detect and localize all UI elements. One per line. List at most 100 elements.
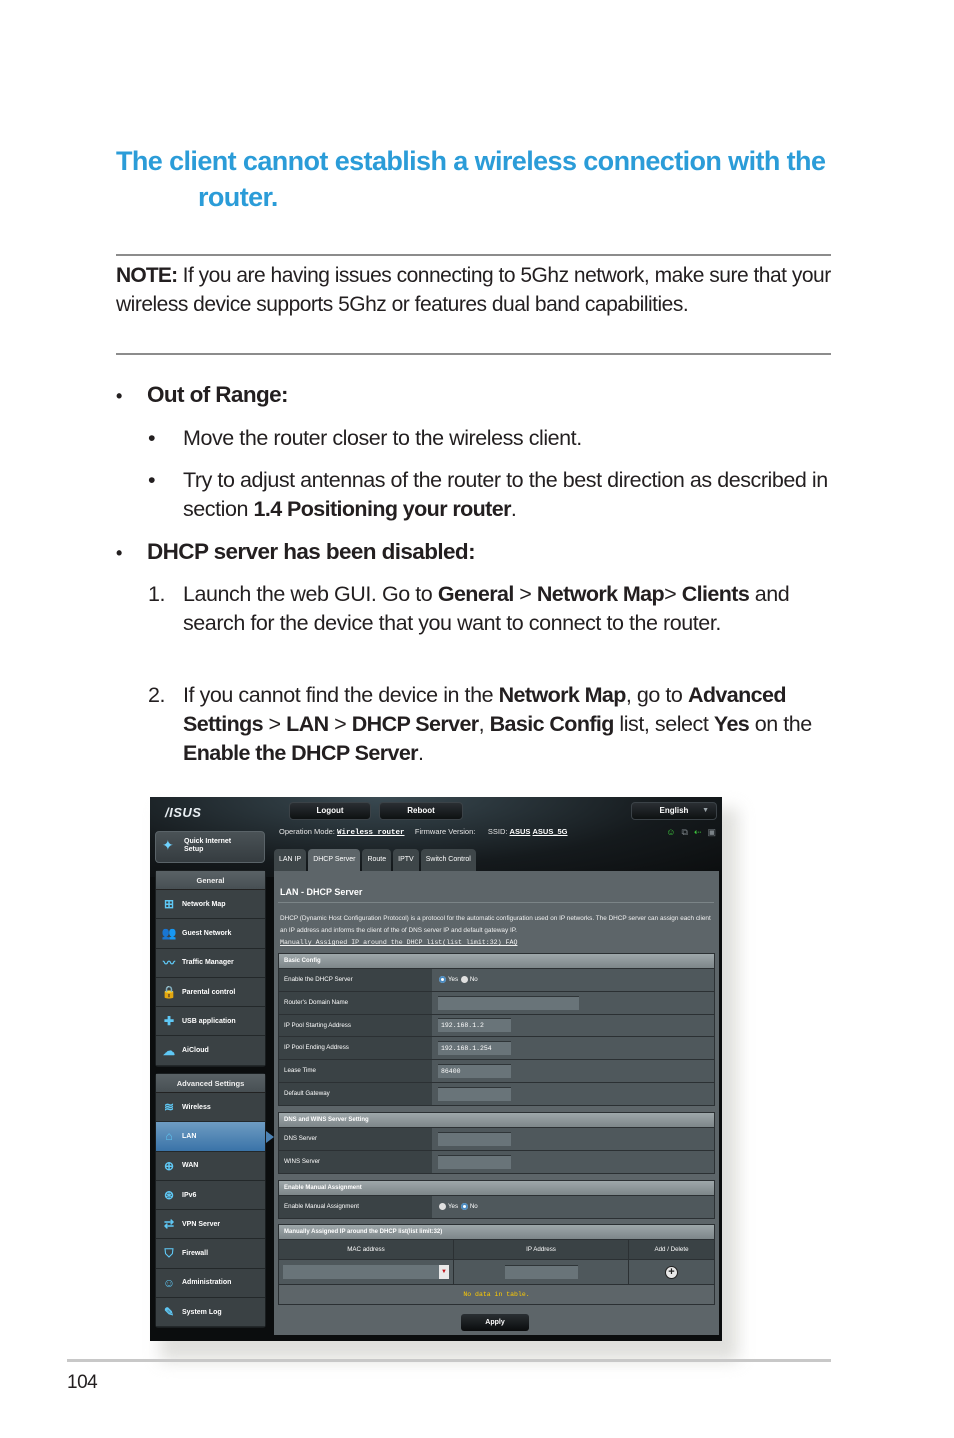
sidebar-item-parental-control[interactable]: 🔒 Parental control: [156, 977, 265, 1008]
pool-start-row: IP Pool Starting Address 192.168.1.2: [279, 1013, 714, 1037]
sidebar-item-system-log[interactable]: ✎ System Log: [156, 1298, 265, 1328]
title-line-1: The client cannot establish a wireless c…: [116, 146, 826, 176]
wan-icon: ⊕: [163, 1158, 175, 1173]
domain-name-row: Router's Domain Name: [279, 990, 714, 1014]
logout-button[interactable]: Logout: [289, 802, 371, 820]
col-ip: IP Address: [454, 1240, 629, 1259]
lease-time-input[interactable]: 86400: [438, 1064, 511, 1079]
dns-server-row: DNS Server: [279, 1127, 714, 1150]
wins-server-row: WINS Server: [279, 1149, 714, 1173]
sidebar-item-label: Traffic Manager: [182, 959, 234, 967]
manual-list-section: Manually Assigned IP around the DHCP lis…: [278, 1224, 715, 1305]
panel-title: LAN - DHCP Server: [280, 887, 363, 897]
pool-start-input[interactable]: 192.168.1.2: [438, 1018, 511, 1033]
manual-yes-radio[interactable]: [439, 1203, 446, 1211]
step-2: 2. If you cannot find the device in the …: [148, 681, 828, 768]
sidebar-item-network-map[interactable]: ⊞ Network Map: [156, 890, 265, 920]
vpn-server-icon: ⇄: [163, 1217, 175, 1232]
tab-route[interactable]: Route: [362, 849, 392, 871]
manual-list-header: MAC address IP Address Add / Delete: [279, 1239, 714, 1259]
section-header: DNS and WINS Server Setting: [279, 1113, 714, 1127]
network-map-icon: ⊞: [163, 897, 175, 912]
quick-internet-setup-button[interactable]: ✦ Quick Internet Setup: [155, 831, 265, 863]
dropdown-arrow-icon[interactable]: ▼: [439, 1265, 449, 1279]
sidebar-item-usb-application[interactable]: ✚ USB application: [156, 1007, 265, 1037]
wins-server-input[interactable]: [438, 1154, 511, 1169]
reboot-button[interactable]: Reboot: [379, 802, 463, 820]
mac-address-select[interactable]: ▼: [283, 1265, 449, 1279]
magic-wand-icon: ✦: [162, 837, 174, 853]
default-gateway-input[interactable]: [438, 1086, 511, 1101]
lan-tabs: LAN IP DHCP Server Route IPTV Switch Control: [274, 849, 476, 871]
sidebar-item-guest-network[interactable]: 👥 Guest Network: [156, 919, 265, 949]
manual-assignment-row: Enable Manual Assignment Yes No: [279, 1195, 714, 1218]
dhcp-yes-radio[interactable]: [439, 976, 446, 984]
general-menu: General ⊞ Network Map 👥 Guest Network 〰 Traff…: [155, 870, 266, 1067]
tab-switch-control[interactable]: Switch Control: [420, 849, 476, 871]
sidebar-item-vpn-server[interactable]: ⇄ VPN Server: [156, 1210, 265, 1240]
sub-item-adjust-antennas: • Try to adjust antennas of the router t…: [148, 466, 828, 524]
sidebar-item-traffic-manager[interactable]: 〰 Traffic Manager: [156, 948, 265, 978]
language-value: English: [659, 806, 689, 815]
default-gateway-row: Default Gateway: [279, 1081, 714, 1105]
active-pointer: [266, 1131, 274, 1144]
network-icon[interactable]: ⧉: [682, 827, 688, 838]
ip-address-input[interactable]: [504, 1265, 578, 1279]
bullet-dhcp-disabled: • DHCP server has been disabled:: [116, 537, 476, 568]
tab-dhcp-server[interactable]: DHCP Server: [308, 849, 361, 871]
note-top-rule: [116, 254, 831, 256]
printer-icon[interactable]: ▣: [707, 827, 716, 838]
sub-item-move-router: • Move the router closer to the wireless…: [148, 424, 828, 453]
manual-no-radio[interactable]: [460, 1203, 468, 1211]
ssid-link-1[interactable]: ASUS: [510, 827, 531, 836]
sub-item-text: Move the router closer to the wireless c…: [183, 426, 582, 450]
page-number: 104: [67, 1372, 98, 1393]
operation-mode-link[interactable]: Wireless router: [337, 829, 405, 837]
dhcp-no-radio[interactable]: [460, 976, 468, 984]
guest-network-icon: 👥: [161, 926, 177, 941]
domain-name-input[interactable]: [438, 995, 579, 1010]
sidebar-item-administration[interactable]: ☺ Administration: [156, 1268, 265, 1299]
sidebar-item-label: LAN: [182, 1132, 197, 1140]
tab-lan-ip[interactable]: LAN IP: [274, 849, 307, 871]
add-circle-icon[interactable]: +: [665, 1265, 678, 1279]
note-text: If you are having issues connecting to 5…: [116, 264, 831, 316]
pool-end-input[interactable]: 192.168.1.254: [438, 1041, 511, 1056]
manual-list-input-row: ▼ +: [279, 1259, 714, 1285]
language-select[interactable]: English ▼: [631, 802, 717, 820]
dhcp-panel: LAN - DHCP Server DHCP (Dynamic Host Con…: [274, 871, 719, 1335]
system-log-icon: ✎: [163, 1305, 175, 1320]
note-label: NOTE:: [116, 264, 178, 287]
usb-icon[interactable]: ⇠: [694, 827, 702, 838]
router-screenshot: /ISUS Logout Reboot English ▼ Operation …: [150, 797, 722, 1341]
sub-bullet: •: [148, 426, 156, 450]
sidebar-item-aicloud[interactable]: ☁ AiCloud: [156, 1036, 265, 1066]
bullet-out-of-range: • Out of Range:: [116, 380, 289, 411]
clients-icon[interactable]: ☺: [666, 827, 675, 838]
advanced-menu: Advanced Settings ≋ Wireless ⌂ LAN ⊕ WAN ⊛ IPv6…: [155, 1073, 274, 1329]
sidebar-item-wan[interactable]: ⊕ WAN: [156, 1151, 265, 1181]
manual-assignment-section: Enable Manual Assignment Enable Manual A…: [278, 1180, 715, 1219]
section-reference: 1.4 Positioning your router: [253, 497, 512, 521]
dns-wins-section: DNS and WINS Server Setting DNS Server W…: [278, 1112, 715, 1174]
sub-item-text: Try to adjust antennas of the router to …: [183, 468, 828, 521]
sidebar-item-ipv6[interactable]: ⊛ IPv6: [156, 1180, 265, 1211]
note-bottom-rule: [116, 353, 831, 355]
lease-time-row: Lease Time 86400: [279, 1059, 714, 1082]
ssid-link-2[interactable]: ASUS_5G: [532, 827, 567, 836]
sidebar-item-wireless[interactable]: ≋ Wireless: [156, 1093, 265, 1123]
tab-iptv[interactable]: IPTV: [393, 849, 419, 871]
apply-button[interactable]: Apply: [461, 1314, 529, 1331]
faq-link[interactable]: Manually Assigned IP around the DHCP lis…: [280, 939, 517, 946]
lan-icon: ⌂: [165, 1129, 173, 1144]
section-title: The client cannot establish a wireless c…: [116, 143, 836, 215]
basic-config-section: Basic Config Enable the DHCP Server Yes …: [278, 953, 715, 1106]
pool-end-row: IP Pool Ending Address 192.168.1.254: [279, 1036, 714, 1060]
sidebar-item-label: AiCloud: [182, 1047, 209, 1055]
sidebar-item-lan[interactable]: ⌂ LAN: [156, 1122, 274, 1152]
parental-control-icon: 🔒: [161, 985, 177, 1000]
col-mac: MAC address: [279, 1240, 454, 1259]
sidebar-item-firewall[interactable]: ⛉ Firewall: [156, 1239, 265, 1269]
sidebar-item-label: VPN Server: [182, 1220, 221, 1228]
dns-server-input[interactable]: [438, 1131, 511, 1146]
